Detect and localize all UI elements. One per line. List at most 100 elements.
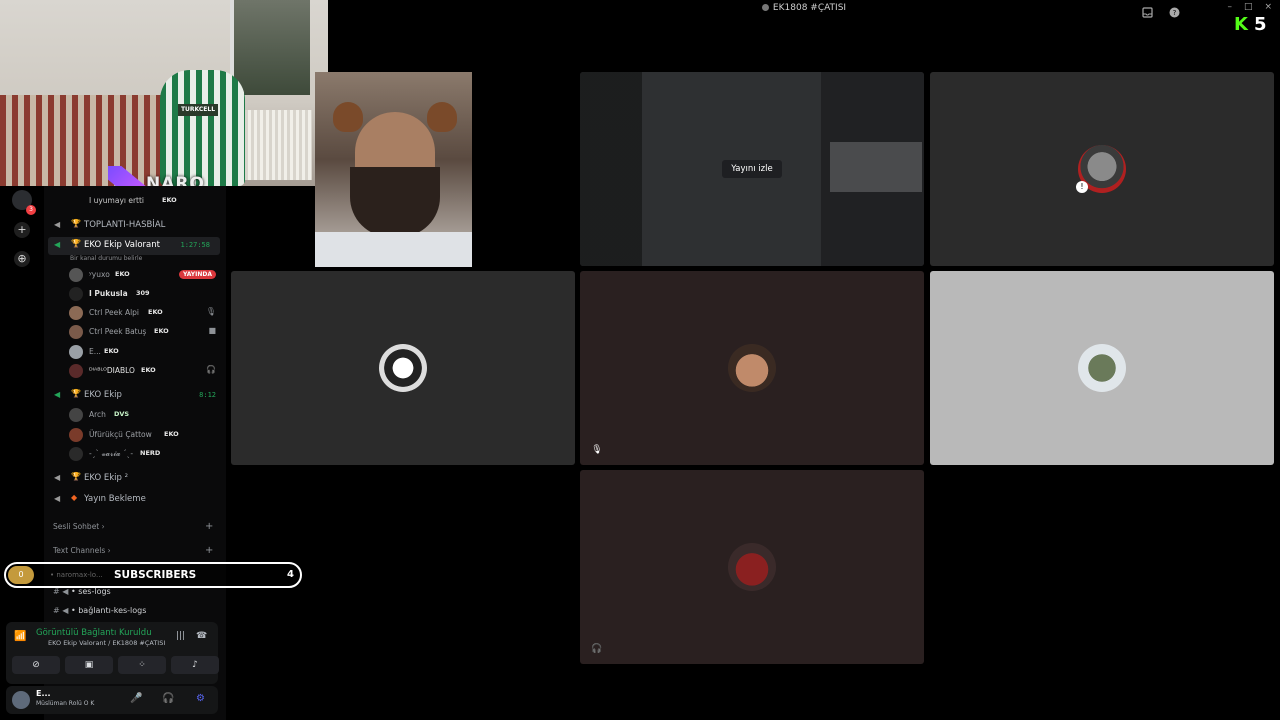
- category-text-channels[interactable]: Text Channels › +: [53, 545, 213, 556]
- user-tag: EKO: [164, 430, 179, 438]
- channel-label: TOPLANTI-HASBİAL: [84, 220, 166, 230]
- avatar: [69, 428, 83, 442]
- channel-label: • bağlantı-kes-logs: [70, 606, 147, 615]
- video-tile-stream[interactable]: Yayını izle: [580, 72, 924, 266]
- window-controls: – □ ×: [1227, 2, 1272, 12]
- discover-icon[interactable]: ⊕: [14, 251, 30, 267]
- avatar: [379, 344, 427, 392]
- user-tag: EKO: [104, 347, 119, 355]
- streamer-webcam: TURKCELL: [0, 0, 328, 186]
- add-server-icon[interactable]: +: [14, 222, 30, 238]
- channel-label: EKO Ekip Valorant: [84, 240, 160, 250]
- video-tile-user-5[interactable]: 🎧: [580, 470, 924, 664]
- camera-off-button[interactable]: ⊘: [12, 656, 60, 674]
- subscribers-count: 4: [287, 569, 294, 580]
- user-name: ʸyuxo: [89, 270, 110, 279]
- close-button[interactable]: ×: [1264, 2, 1272, 12]
- subscribers-label: SUBSCRIBERS: [114, 569, 197, 581]
- video-tile-user-1[interactable]: !: [930, 72, 1274, 266]
- notification-badge: 3: [26, 205, 36, 215]
- kick-logo-mark: K: [1234, 14, 1248, 35]
- soundboard-button[interactable]: ♪: [171, 656, 219, 674]
- user-panel: E... Müslüman Rolü O K 🎤 🎧 ⚙: [6, 686, 218, 714]
- maximize-button[interactable]: □: [1244, 2, 1253, 12]
- add-channel-icon[interactable]: +: [205, 545, 213, 556]
- deafened-icon: 🎧: [591, 644, 603, 654]
- webcam-window: [230, 0, 310, 95]
- text-channel-baglanti-kes-logs[interactable]: # ◀ • bağlantı-kes-logs: [53, 606, 146, 615]
- video-tile-user-4[interactable]: [930, 271, 1274, 465]
- video-tile-user-2[interactable]: [231, 271, 575, 465]
- watch-stream-button[interactable]: Yayını izle: [722, 160, 782, 178]
- svg-text:?: ?: [1173, 9, 1177, 17]
- microphone-icon[interactable]: 🎤: [130, 693, 142, 704]
- activities-button[interactable]: ⁘: [118, 656, 166, 674]
- trophy-icon: 🏆: [71, 472, 81, 481]
- list-item[interactable]: ʸyuxo EKO YAYINDA: [44, 266, 226, 285]
- diamond-icon: ◆: [71, 493, 78, 502]
- screen-share-button[interactable]: ▣: [65, 656, 113, 674]
- user-name: E...: [89, 347, 101, 356]
- video-tile-facecam[interactable]: [315, 72, 472, 267]
- list-item[interactable]: Arch DVS: [44, 406, 226, 425]
- trophy-icon: 🏆: [71, 219, 81, 228]
- avatar[interactable]: [12, 691, 30, 709]
- deafened-icon: 🎧: [206, 365, 216, 374]
- speaking-icon: !: [1076, 181, 1088, 193]
- avatar: [69, 325, 83, 339]
- user-name: -ˏˋ 𝓿𝓪𝓻𝓲𝓪 ˊˎ-: [89, 449, 134, 458]
- voice-channel-eko-ekip[interactable]: ◀ 🏆 EKO Ekip 8:12: [44, 387, 226, 405]
- speaker-active-icon: ◀: [54, 390, 61, 399]
- voice-channel-yayin-bekleme[interactable]: ◀ ◆ Yayın Bekleme: [44, 491, 226, 509]
- noise-suppression-icon[interactable]: |||: [176, 631, 185, 641]
- avatar: [1078, 344, 1126, 392]
- category-sesli-sohbet[interactable]: Sesli Sohbet › +: [53, 521, 213, 532]
- avatar: [69, 268, 83, 282]
- help-icon[interactable]: ?: [1169, 3, 1180, 18]
- avatar: [728, 543, 776, 591]
- avatar: [69, 287, 83, 301]
- list-item[interactable]: I uyumayı ertti EKO: [44, 192, 226, 211]
- avatar: [69, 345, 83, 359]
- user-name: Ctrl Peek Alpi: [89, 308, 139, 317]
- voice-channel-eko-ekip-2[interactable]: ◀ 🏆 EKO Ekip ²: [44, 470, 226, 488]
- user-name: I uyumayı ertti: [89, 196, 145, 205]
- add-channel-icon[interactable]: +: [205, 521, 213, 532]
- voice-channel-eko-valorant[interactable]: ◀ 🏆 EKO Ekip Valorant 1:27:58: [48, 237, 220, 255]
- avatar: [728, 344, 776, 392]
- voice-status-title[interactable]: Görüntülü Bağlantı Kuruldu: [36, 628, 152, 638]
- list-item[interactable]: E... EKO: [44, 343, 226, 362]
- user-tag: EKO: [141, 366, 156, 374]
- list-item[interactable]: -ˏˋ 𝓿𝓪𝓻𝓲𝓪 ˊˎ- NERD: [44, 445, 226, 464]
- channel-timer: 1:27:58: [180, 241, 210, 249]
- discord-window: EK1808 #ÇATISI ? – □ × K5 TURKCELL NARO: [0, 0, 1280, 720]
- minimize-button[interactable]: –: [1227, 2, 1232, 12]
- voice-status-subtitle[interactable]: EKO Ekip Valorant / EK1808 #ÇATISI: [48, 639, 165, 647]
- user-name: Arch: [89, 410, 106, 419]
- shirt: [315, 232, 472, 267]
- list-item[interactable]: Ctrl Peek Batuş EKO ■: [44, 323, 226, 342]
- server-icon: [761, 4, 769, 11]
- avatar: [69, 408, 83, 422]
- voice-channel-toplanti[interactable]: ◀ 🏆 TOPLANTI-HASBİAL: [44, 217, 226, 235]
- headphones-icon[interactable]: 🎧: [162, 693, 174, 704]
- channel-label: EKO Ekip ²: [84, 473, 129, 483]
- text-channel-ses-logs[interactable]: # ◀ • ses-logs: [53, 587, 111, 596]
- user-tag: EKO: [115, 270, 130, 278]
- signal-icon[interactable]: 📶: [14, 631, 26, 642]
- subscriber-coin: 0: [8, 566, 34, 584]
- category-label: Text Channels ›: [53, 546, 111, 555]
- disconnect-icon[interactable]: ☎: [196, 631, 207, 641]
- inbox-icon[interactable]: [1142, 3, 1153, 18]
- list-item[interactable]: Ctrl Peek Alpi EKO 🎙: [44, 304, 226, 323]
- user-name: Ctrl Peek Batuş: [89, 327, 147, 336]
- video-tile-user-3[interactable]: 🎙: [580, 271, 924, 465]
- voice-action-buttons: ⊘ ▣ ⁘ ♪: [12, 656, 219, 674]
- list-item[interactable]: ᴰᴵᴬᴮᴸᴼDIABLO EKO 🎧: [44, 362, 226, 381]
- gear-icon[interactable]: ⚙: [196, 693, 205, 704]
- channel-status-note[interactable]: Bir kanal durumu belirle: [70, 255, 142, 262]
- category-label: Sesli Sohbet ›: [53, 522, 105, 531]
- list-item[interactable]: Üfürükçü Çattow EKO: [44, 426, 226, 445]
- user-tag: EKO: [154, 327, 169, 335]
- list-item[interactable]: I Pukusla 309: [44, 285, 226, 304]
